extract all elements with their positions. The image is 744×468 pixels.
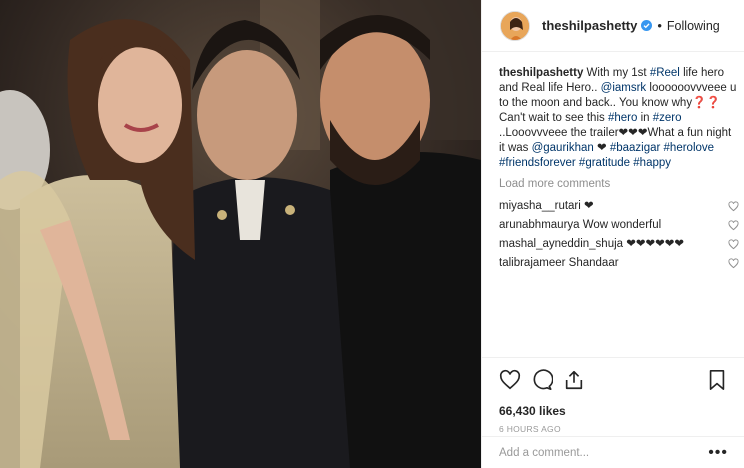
comment-text: Wow wonderful — [579, 219, 662, 231]
header-username[interactable]: theshilpashetty — [542, 18, 637, 33]
heart-icon[interactable] — [728, 258, 739, 269]
comment-icon[interactable] — [531, 369, 553, 391]
hashtag-link[interactable]: #happy — [633, 157, 671, 169]
comment-row: talibrajameer Shandaar — [499, 254, 739, 273]
caption: theshilpashetty With my 1st #Reel life h… — [499, 66, 739, 171]
hashtag-link[interactable]: #Reel — [650, 67, 680, 79]
comment-username[interactable]: miyasha__rutari — [499, 200, 581, 212]
comment-row: miyasha__rutari ❤ — [499, 197, 739, 216]
add-comment-input[interactable]: Add a comment... — [499, 447, 708, 459]
post-header: theshilpashetty • Following — [482, 0, 744, 52]
post-photo-illustration — [0, 0, 481, 468]
post-actions: 66,430 likes 6 HOURS AGO — [482, 357, 744, 434]
mention-link[interactable]: @iamsrk — [601, 82, 647, 94]
heart-icon[interactable] — [499, 369, 521, 391]
comment-row: arunabhmaurya Wow wonderful — [499, 216, 739, 235]
verified-badge-icon — [641, 20, 653, 31]
post-side-panel: theshilpashetty • Following theshilpashe… — [481, 0, 744, 468]
comment-username[interactable]: arunabhmaurya — [499, 219, 580, 231]
avatar[interactable] — [500, 10, 530, 41]
comment-text: ❤❤❤❤❤❤ — [623, 238, 685, 250]
heart-icon[interactable] — [728, 220, 739, 231]
hashtag-link[interactable]: #friendsforever — [499, 157, 576, 169]
comment-username[interactable]: talibrajameer — [499, 257, 565, 269]
heart-icon[interactable] — [728, 201, 739, 212]
heart-icon[interactable] — [728, 239, 739, 250]
hashtag-link[interactable]: #zero — [653, 112, 682, 124]
comment-row: mashal_ayneddin_shuja ❤❤❤❤❤❤ — [499, 235, 739, 254]
caption-text: in — [637, 112, 653, 124]
add-comment-bar: Add a comment... ••• — [482, 436, 744, 468]
share-icon[interactable] — [563, 369, 585, 391]
mention-link[interactable]: @gaurikhan — [532, 142, 594, 154]
comments-section: theshilpashetty With my 1st #Reel life h… — [499, 66, 739, 273]
action-icon-row — [499, 368, 728, 392]
likes-count[interactable]: 66,430 likes — [499, 404, 728, 418]
caption-text: ❤ — [593, 142, 610, 154]
hashtag-link[interactable]: #baazigar — [610, 142, 661, 154]
comment-text: Shandaar — [565, 257, 619, 269]
hashtag-link[interactable]: #gratitude — [579, 157, 630, 169]
load-more-comments[interactable]: Load more comments — [499, 177, 739, 192]
following-button[interactable]: Following — [667, 19, 720, 33]
post-timestamp: 6 HOURS AGO — [499, 424, 561, 434]
caption-username[interactable]: theshilpashetty — [499, 67, 583, 79]
more-options-icon[interactable]: ••• — [708, 444, 728, 462]
caption-text: With my 1st — [583, 67, 650, 79]
hashtag-link[interactable]: #herolove — [664, 142, 715, 154]
comment-text: ❤ — [580, 200, 594, 212]
hashtag-link[interactable]: #hero — [608, 112, 637, 124]
comment-username[interactable]: mashal_ayneddin_shuja — [499, 238, 623, 250]
header-separator: • — [657, 18, 662, 33]
bookmark-icon[interactable] — [706, 369, 728, 391]
post-photo[interactable] — [0, 0, 481, 468]
